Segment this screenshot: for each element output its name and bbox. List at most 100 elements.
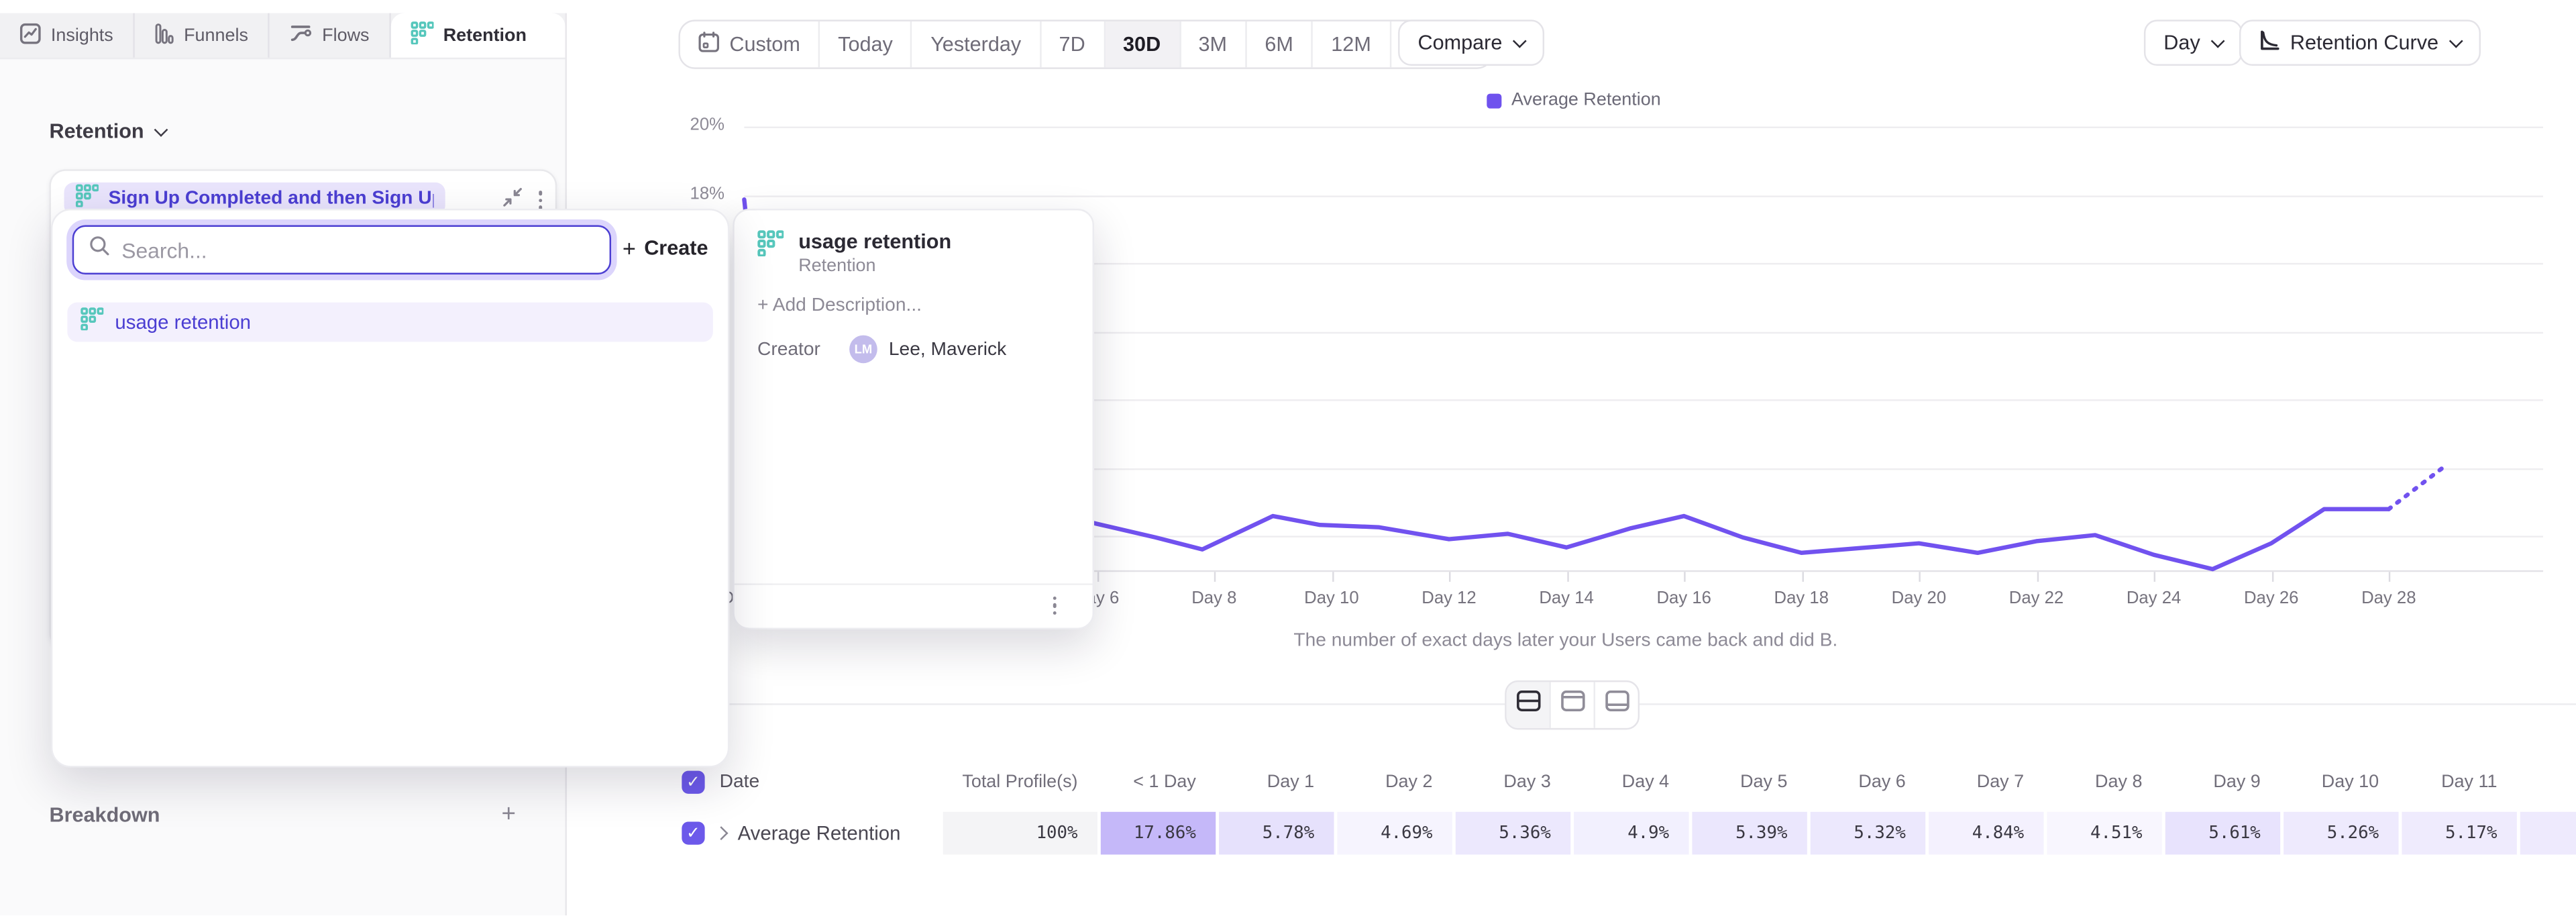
layout-split-view-button[interactable] [1507,682,1551,728]
column-header: Day 4 [1572,772,1690,792]
column-header: Day 9 [2163,772,2282,792]
search-result-label: usage retention [115,311,251,334]
range-30d[interactable]: 30D [1105,21,1181,68]
retention-value-cell[interactable]: 5.78% [1219,812,1334,855]
chevron-down-icon [2211,34,2225,48]
retention-value-cell[interactable]: 5.61% [2165,812,2280,855]
tab-funnels[interactable]: Funnels [135,13,270,58]
chart-type-button[interactable]: Retention Curve [2239,19,2481,66]
retention-value-cell[interactable]: 4.51% [2047,812,2161,855]
report-search-popover: Search... + Create usage retention [51,209,729,768]
column-header: Day 7 [1927,772,2045,792]
add-breakdown-button[interactable]: + [502,807,516,823]
retention-value-cell[interactable]: 4.9% [1574,812,1688,855]
retention-value-cell[interactable]: 5.17% [2402,812,2516,855]
tab-insights[interactable]: Insights [0,13,135,58]
x-axis-label: Day 18 [1752,589,1851,608]
x-axis-label: Day 12 [1400,589,1499,608]
funnels-icon [154,22,174,48]
range-today[interactable]: Today [820,21,912,68]
range-6m[interactable]: 6M [1246,21,1313,68]
split-view-icon [1515,691,1540,720]
total-profiles-cell[interactable]: 100% [943,812,1097,855]
chevron-down-icon [2450,34,2464,48]
report-title: usage retention [798,230,951,253]
creator-name: Lee, Maverick [889,340,1006,359]
range-7d[interactable]: 7D [1041,21,1105,68]
chevron-down-icon [154,123,168,137]
retention-value-cell[interactable]: 5.36% [1456,812,1570,855]
search-icon [89,235,110,264]
create-button[interactable]: + Create [623,235,708,261]
column-header: Date [720,772,760,792]
x-axis-label: Day 14 [1517,589,1616,608]
report-details-card: usage retention Retention + Add Descript… [733,209,1094,629]
report-type-tabs: Insights FunnelsFlows Retention [0,13,565,60]
column-header: Day 3 [1454,772,1572,792]
retention-value-cell[interactable]: 5.26% [2284,812,2398,855]
retention-value-cell[interactable]: 4.84% [1929,812,2043,855]
chevron-down-icon [1513,34,1527,48]
retention-icon [80,307,103,338]
chart-type-label: Retention Curve [2290,32,2438,54]
avatar: LM [849,336,877,364]
creator-label: Creator [757,340,849,359]
compare-button[interactable]: Compare [1398,19,1545,66]
report-type-label: Retention [798,256,951,276]
chart-subtitle: The number of exact days later your User… [568,631,2563,650]
retention-section-title: Retention [49,120,144,143]
retention-value-cell-partial[interactable] [2520,812,2576,855]
table-top-icon [1560,691,1585,720]
add-description-button[interactable]: + Add Description... [757,296,922,315]
retention-value-cell[interactable]: 17.86% [1101,812,1216,855]
range-3m[interactable]: 3M [1181,21,1247,68]
column-header: Day 8 [2045,772,2163,792]
search-input[interactable]: Search... [72,225,611,274]
table-row[interactable]: ✓Average Retention100%17.86%5.78%4.69%5.… [682,812,2576,855]
range-yesterday[interactable]: Yesterday [912,21,1040,68]
retention-value-cell[interactable]: 5.32% [1811,812,1925,855]
column-header: Day 5 [1690,772,1809,792]
layout-table-bottom-button[interactable] [1595,682,1638,728]
layout-toggle [1505,680,1640,729]
granularity-button[interactable]: Day [2144,19,2243,66]
x-axis-label: Day 16 [1635,589,1733,608]
breakdown-title: Breakdown [49,804,160,827]
y-axis-label: 18% [655,183,724,203]
row-checkbox[interactable]: ✓ [682,821,704,844]
tab-label: Insights [51,26,113,45]
column-header: Total Profile(s) [941,772,1099,792]
range-label: 12M [1331,33,1371,56]
range-12m[interactable]: 12M [1313,21,1391,68]
retention-value-cell[interactable]: 4.69% [1337,812,1452,855]
kebab-menu-icon[interactable] [1053,597,1057,615]
tab-retention[interactable]: Retention [390,13,565,58]
range-label: Custom [729,33,800,56]
x-axis-label: Day 24 [2104,589,2203,608]
search-result-usage-retention[interactable]: usage retention [67,303,712,342]
expand-chevron-icon[interactable] [714,826,729,840]
retention-curve-icon [2259,30,2280,56]
card-footer [735,583,1093,627]
tab-label: Retention [443,26,527,45]
range-label: 30D [1123,33,1161,56]
range-custom[interactable]: Custom [680,21,820,68]
column-header: Day 6 [1809,772,1927,792]
kebab-menu-icon[interactable] [538,191,542,209]
granularity-label: Day [2163,32,2200,54]
insights-icon [19,22,41,48]
x-axis-label: Day 8 [1165,589,1263,608]
tab-flows[interactable]: Flows [270,13,391,58]
flows-icon [289,22,312,48]
retention-section-header[interactable]: Retention [49,120,165,143]
calendar-icon [698,32,720,58]
column-header: Day 11 [2400,772,2518,792]
table-bottom-icon [1604,691,1629,720]
range-label: Today [838,33,893,56]
search-placeholder: Search... [121,238,207,262]
retention-value-cell[interactable]: 5.39% [1692,812,1807,855]
layout-table-top-button[interactable] [1551,682,1595,728]
retention-step-label: Sign Up Completed and then Sign Up Co... [109,189,434,209]
compare-label: Compare [1417,32,1502,54]
select-all-checkbox[interactable]: ✓ [682,771,704,794]
